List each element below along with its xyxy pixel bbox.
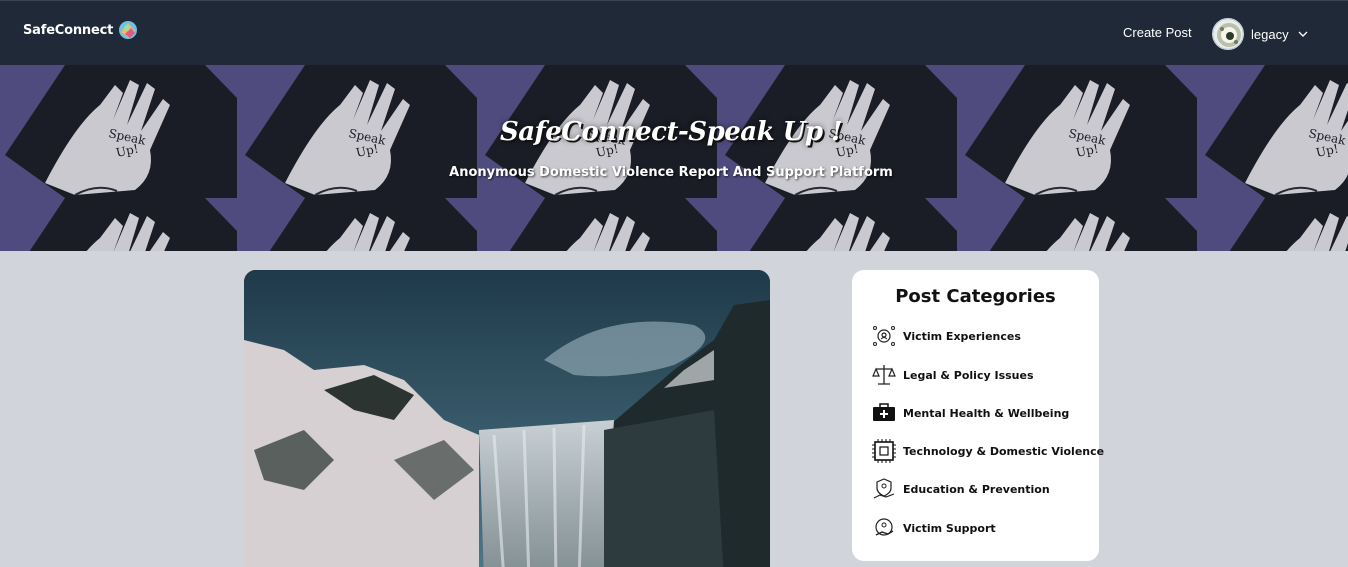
categories-title: Post Categories [895,286,1056,307]
post-card[interactable] [244,270,770,567]
category-victim-experiences[interactable]: Victim Experiences [872,324,1021,348]
post-image [244,270,770,567]
brand-name: SafeConnect [23,22,114,38]
support-hand-icon [872,516,896,540]
person-circle-icon [872,324,896,348]
chevron-down-icon [1298,31,1308,37]
category-technology[interactable]: Technology & Domestic Violence [872,439,1104,463]
category-label: Mental Health & Wellbeing [903,406,1070,420]
category-label: Legal & Policy Issues [903,368,1034,382]
post-categories-panel: Post Categories Victim Experiences Legal… [852,270,1104,561]
brand-logo-icon [119,21,138,39]
category-label: Education & Prevention [903,482,1050,496]
hero-banner: Speak Up! SafeConnect-Speak Up ! Anonymo… [0,65,1348,251]
username: legacy [1251,26,1289,42]
category-legal-policy[interactable]: Legal & Policy Issues [872,363,1034,387]
category-education[interactable]: Education & Prevention [872,477,1050,501]
category-label: Victim Support [903,521,996,535]
category-label: Technology & Domestic Violence [903,444,1105,458]
category-victim-support[interactable]: Victim Support [872,516,996,540]
banner-pattern: Speak Up! [0,65,1348,251]
category-mental-health[interactable]: Mental Health & Wellbeing [872,401,1069,425]
brand-link[interactable]: SafeConnect [23,19,139,41]
shield-hand-icon [872,477,896,501]
chip-icon [872,439,896,463]
medical-kit-icon [872,401,896,425]
top-navbar: SafeConnect Create Post legacy [0,0,1348,65]
user-menu[interactable]: legacy [1212,18,1309,50]
category-label: Victim Experiences [903,329,1021,343]
banner-title: SafeConnect-Speak Up ! [499,117,843,147]
banner-subtitle: Anonymous Domestic Violence Report And S… [449,165,893,180]
avatar [1212,18,1244,50]
create-post-link[interactable]: Create Post [1123,25,1192,40]
scales-icon [872,363,896,387]
